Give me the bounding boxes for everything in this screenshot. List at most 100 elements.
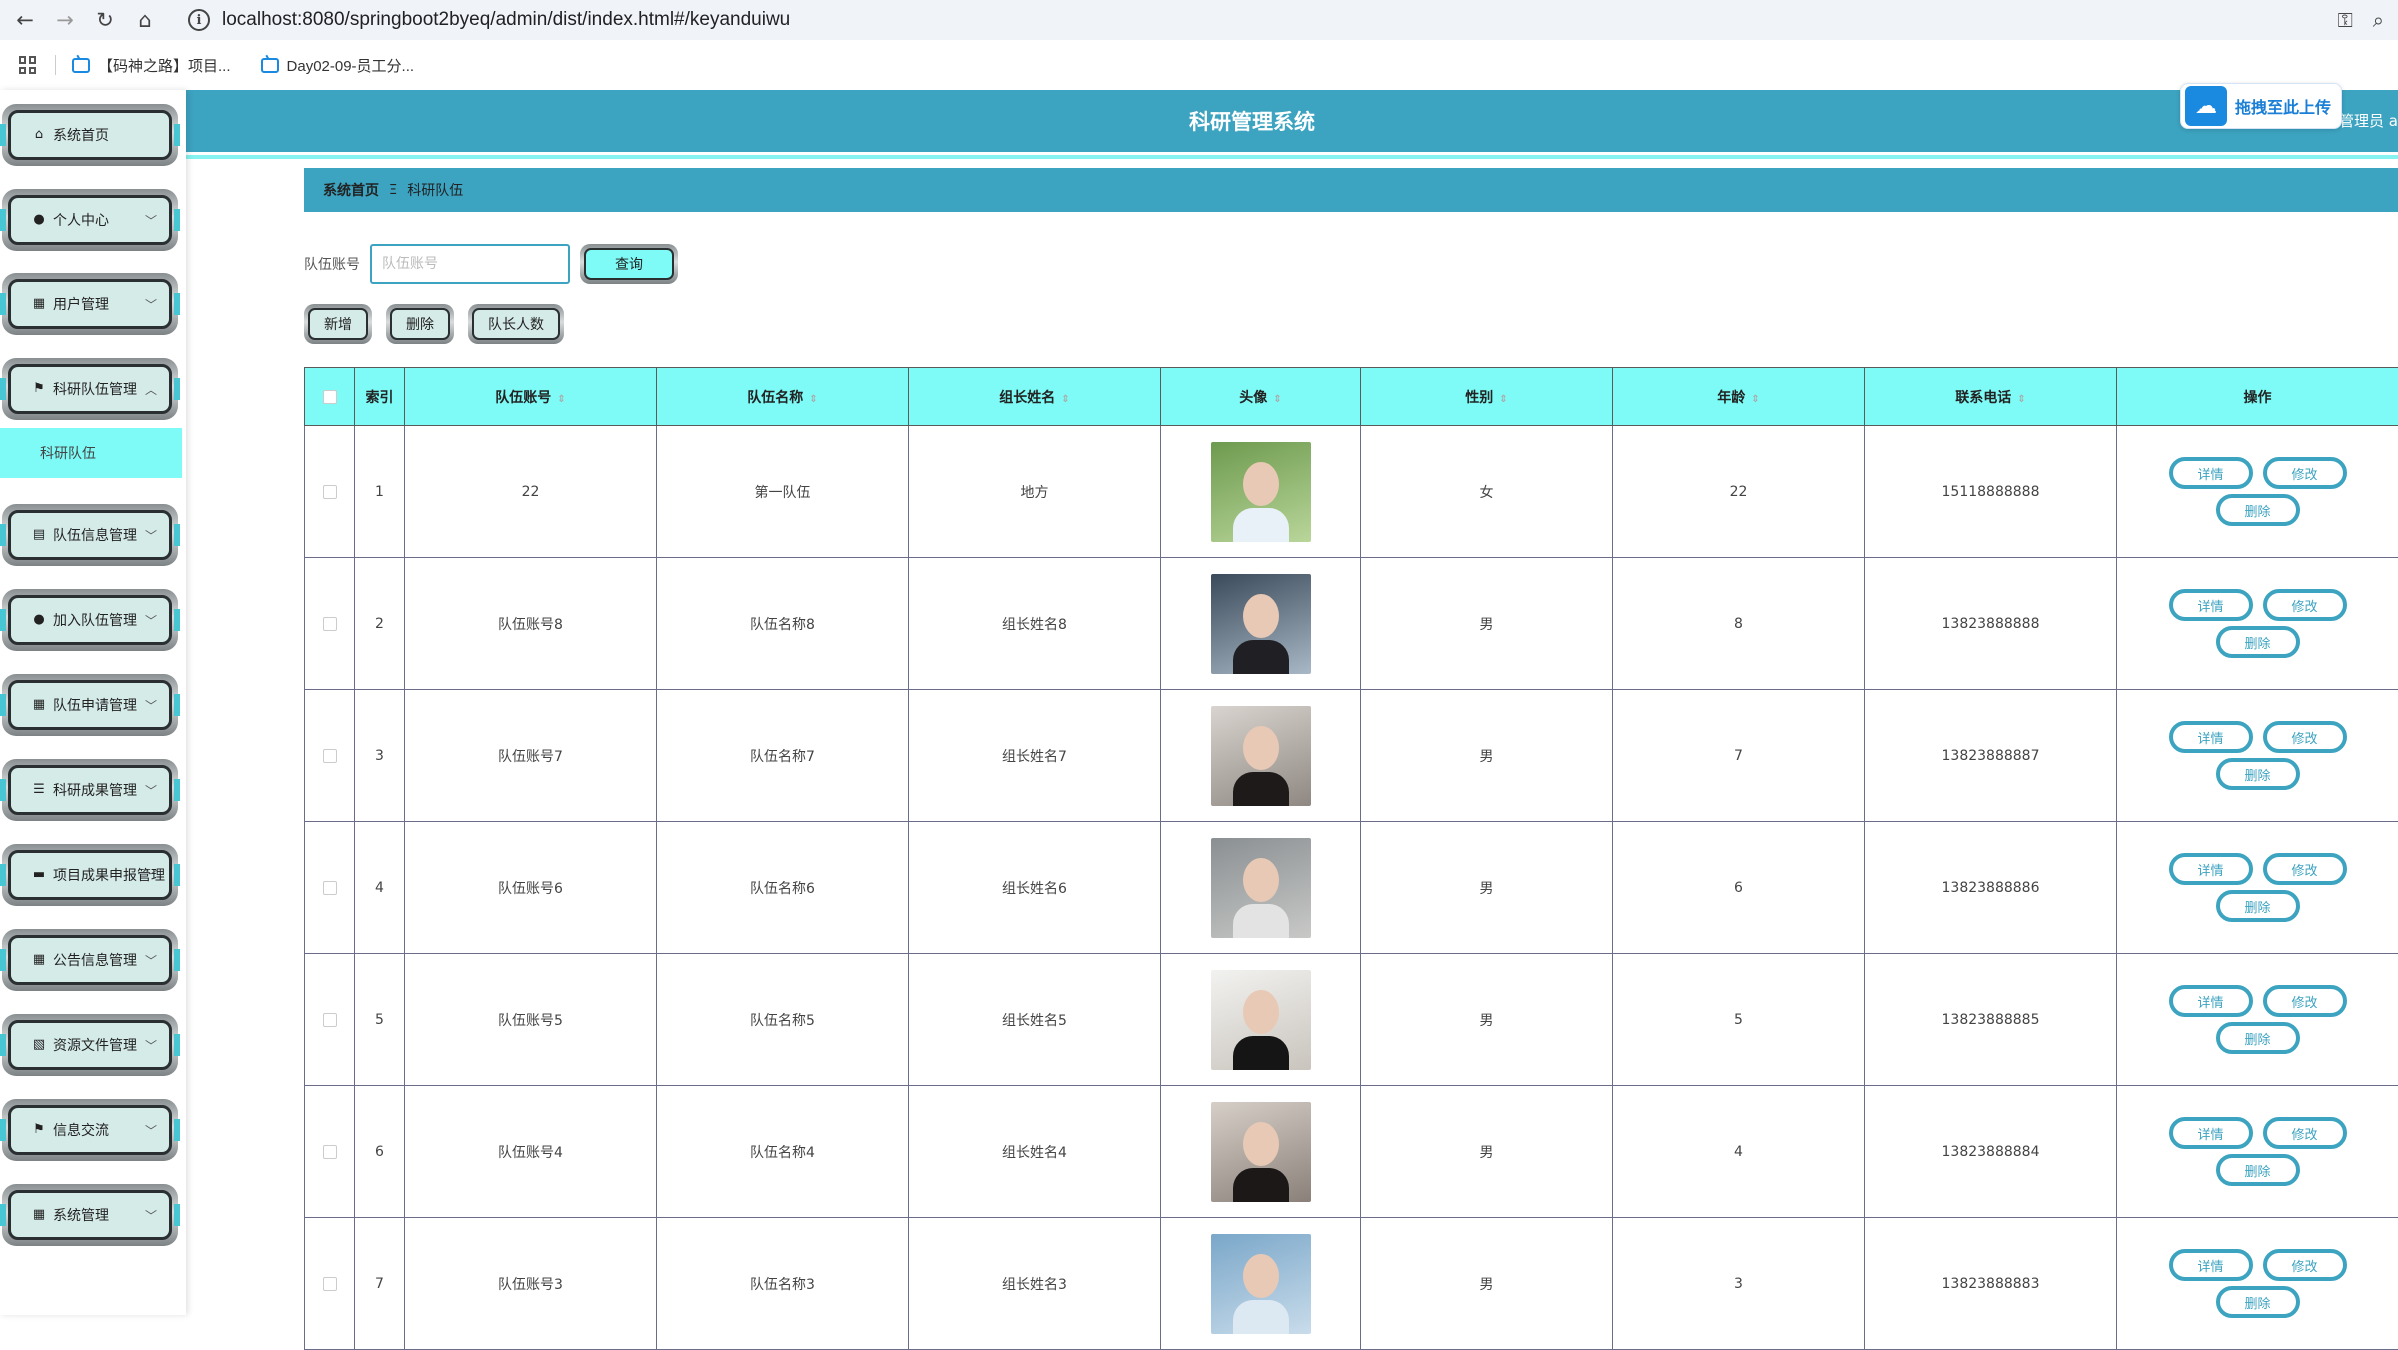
sort-icon[interactable]: ⇕	[1499, 394, 1507, 405]
sidebar-item[interactable]: ▦用户管理﹀	[2, 273, 178, 335]
team-account-search-input[interactable]	[370, 244, 570, 284]
edit-button[interactable]: 修改	[2263, 721, 2347, 753]
sort-icon[interactable]: ⇕	[809, 394, 817, 405]
bookmark-item[interactable]: Day02-09-员工分...	[261, 55, 415, 76]
user-role-label[interactable]: 管理员 a	[2339, 110, 2398, 131]
detail-button[interactable]: 详情	[2169, 457, 2253, 489]
chevron-down-icon: ﹀	[145, 212, 157, 229]
chevron-down-icon: ﹀	[145, 952, 157, 969]
home-icon[interactable]: ⌂	[130, 5, 160, 35]
detail-button[interactable]: 详情	[2169, 1117, 2253, 1149]
row-actions: 详情修改删除	[2118, 1117, 2397, 1186]
detail-button[interactable]: 详情	[2169, 589, 2253, 621]
submenu-item-keyanduiwu[interactable]: 科研队伍	[0, 428, 182, 478]
flag-icon: ⚑	[31, 1123, 47, 1137]
apps-icon[interactable]	[19, 56, 37, 74]
reload-icon[interactable]: ↻	[90, 5, 120, 35]
sort-icon[interactable]: ⇕	[1061, 394, 1069, 405]
delete-button[interactable]: 删除	[2216, 1154, 2300, 1186]
detail-button[interactable]: 详情	[2169, 1249, 2253, 1281]
batch-delete-button[interactable]: 删除	[386, 304, 454, 344]
row-checkbox[interactable]	[323, 1145, 337, 1159]
avatar	[1211, 970, 1311, 1070]
delete-button[interactable]: 删除	[2216, 1286, 2300, 1318]
ticket-icon: ▬	[31, 868, 47, 882]
delete-button[interactable]: 删除	[2216, 1022, 2300, 1054]
detail-button[interactable]: 详情	[2169, 721, 2253, 753]
sidebar-item[interactable]: ▤队伍信息管理﹀	[2, 504, 178, 566]
sidebar-item-frame: ☰科研成果管理﹀	[8, 765, 172, 815]
sidebar-item[interactable]: ●个人中心﹀	[2, 189, 178, 251]
bookmark-item[interactable]: 【码神之路】项目...	[72, 55, 231, 76]
edit-button[interactable]: 修改	[2263, 985, 2347, 1017]
edit-button[interactable]: 修改	[2263, 589, 2347, 621]
sidebar-item[interactable]: ☰科研成果管理﹀	[2, 759, 178, 821]
sidebar: ⌂系统首页●个人中心﹀▦用户管理﹀⚑科研队伍管理︿▤队伍信息管理﹀●加入队伍管理…	[0, 90, 186, 1315]
column-header[interactable]: 联系电话⇕	[1865, 368, 2117, 426]
site-info-icon[interactable]: i	[188, 9, 210, 31]
column-header[interactable]: 组长姓名⇕	[909, 368, 1161, 426]
row-checkbox[interactable]	[323, 1013, 337, 1027]
edit-button[interactable]: 修改	[2263, 457, 2347, 489]
select-all-checkbox[interactable]	[323, 390, 337, 404]
phone-cell: 13823888884	[1865, 1086, 2117, 1218]
sort-icon[interactable]: ⇕	[557, 394, 565, 405]
edit-button[interactable]: 修改	[2263, 1117, 2347, 1149]
sort-icon[interactable]: ⇕	[1751, 394, 1759, 405]
row-checkbox[interactable]	[323, 1277, 337, 1291]
drag-upload-button[interactable]: ☁ 拖拽至此上传	[2180, 83, 2342, 129]
cloud-upload-icon: ☁	[2185, 86, 2227, 126]
breadcrumb-home[interactable]: 系统首页	[323, 180, 379, 200]
delete-button[interactable]: 删除	[2216, 494, 2300, 526]
age-cell: 6	[1613, 822, 1865, 954]
row-checkbox[interactable]	[323, 485, 337, 499]
upload-label: 拖拽至此上传	[2235, 94, 2331, 118]
sidebar-item[interactable]: ▦公告信息管理﹀	[2, 929, 178, 991]
key-icon[interactable]: ⚿	[2338, 8, 2353, 32]
column-header[interactable]: 年龄⇕	[1613, 368, 1865, 426]
sort-icon[interactable]: ⇕	[2017, 394, 2025, 405]
sidebar-item[interactable]: ⚑信息交流﹀	[2, 1099, 178, 1161]
url-field[interactable]: localhost:8080/springboot2byeq/admin/dis…	[222, 9, 790, 31]
row-checkbox[interactable]	[323, 617, 337, 631]
sort-icon[interactable]: ⇕	[1273, 394, 1281, 405]
sidebar-item-label: 个人中心	[53, 210, 109, 230]
column-header[interactable]: 队伍名称⇕	[657, 368, 909, 426]
team-name-cell: 队伍名称8	[657, 558, 909, 690]
gender-cell: 女	[1361, 426, 1613, 558]
row-checkbox[interactable]	[323, 881, 337, 895]
delete-button[interactable]: 删除	[2216, 890, 2300, 922]
column-header[interactable]: 队伍账号⇕	[405, 368, 657, 426]
delete-button[interactable]: 删除	[2216, 758, 2300, 790]
sidebar-item[interactable]: ▦队伍申请管理﹀	[2, 674, 178, 736]
sidebar-item[interactable]: ⌂系统首页	[2, 104, 178, 166]
row-checkbox[interactable]	[323, 749, 337, 763]
sidebar-item[interactable]: ●加入队伍管理﹀	[2, 589, 178, 651]
gender-cell: 男	[1361, 690, 1613, 822]
query-button[interactable]: 查询	[580, 244, 678, 284]
column-header[interactable]: 头像⇕	[1161, 368, 1361, 426]
detail-button[interactable]: 详情	[2169, 985, 2253, 1017]
zoom-icon[interactable]: ⌕	[2373, 8, 2384, 32]
edit-button[interactable]: 修改	[2263, 853, 2347, 885]
sidebar-item-label: 系统首页	[53, 125, 109, 145]
avatar-cell	[1161, 690, 1361, 822]
row-actions: 详情修改删除	[2118, 457, 2397, 526]
sidebar-item[interactable]: ▬项目成果申报管理﹀	[2, 844, 178, 906]
delete-button[interactable]: 删除	[2216, 626, 2300, 658]
column-header: 操作	[2117, 368, 2398, 426]
sidebar-item-label: 资源文件管理	[53, 1035, 137, 1055]
column-header[interactable]: 性别⇕	[1361, 368, 1613, 426]
back-icon[interactable]: ←	[10, 5, 40, 35]
edit-button[interactable]: 修改	[2263, 1249, 2347, 1281]
forward-icon[interactable]: →	[50, 5, 80, 35]
detail-button[interactable]: 详情	[2169, 853, 2253, 885]
sidebar-item[interactable]: ▦系统管理﹀	[2, 1184, 178, 1246]
row-actions: 详情修改删除	[2118, 721, 2397, 790]
add-button[interactable]: 新增	[304, 304, 372, 344]
captain-count-button[interactable]: 队长人数	[468, 304, 564, 344]
sidebar-item[interactable]: ▧资源文件管理﹀	[2, 1014, 178, 1076]
row-index-cell: 4	[355, 822, 405, 954]
sidebar-item[interactable]: ⚑科研队伍管理︿	[2, 358, 178, 420]
row-index-cell: 3	[355, 690, 405, 822]
